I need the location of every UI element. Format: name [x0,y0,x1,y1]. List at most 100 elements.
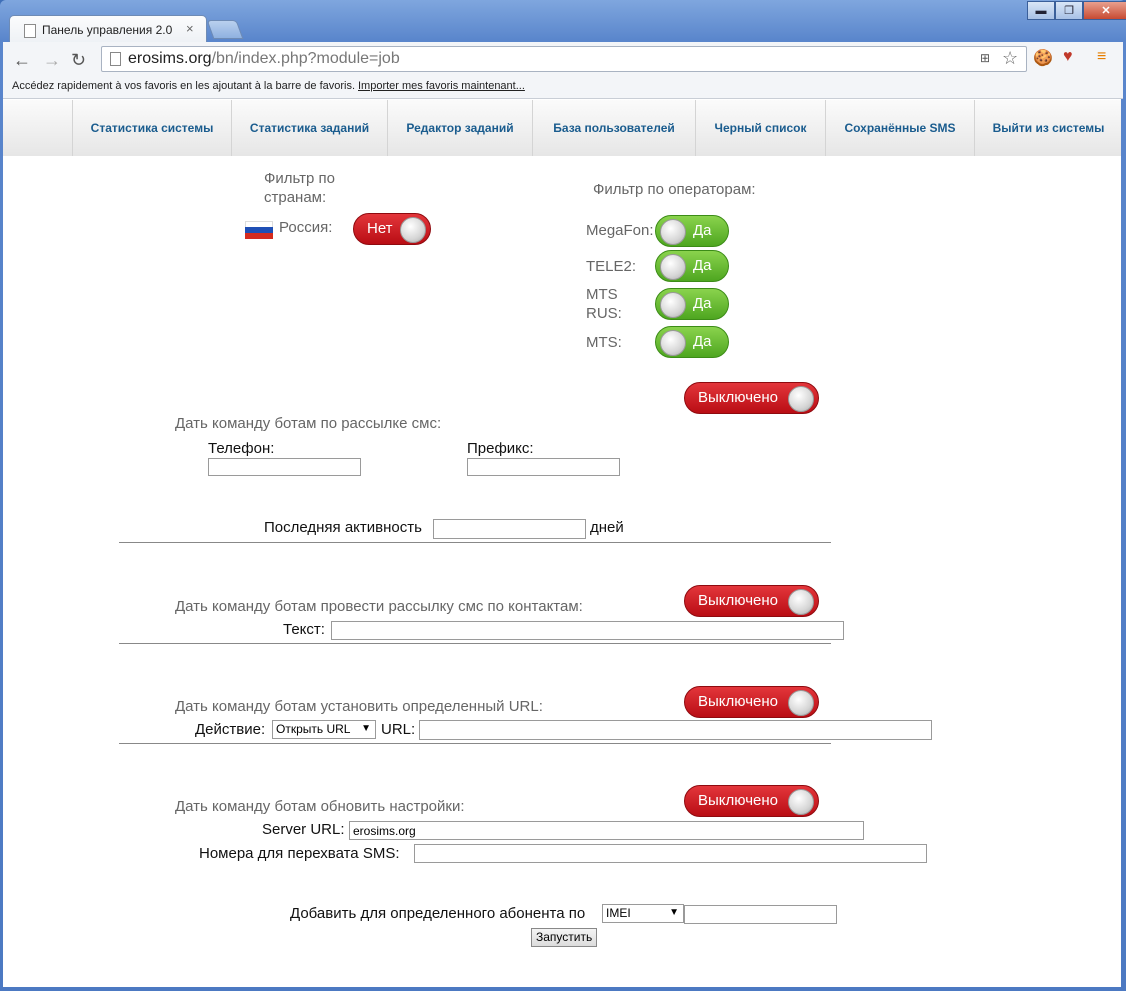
subscriber-select-value: IMEI [606,906,631,920]
toggle-knob [660,330,686,356]
tab-close-icon[interactable]: × [186,21,194,36]
action-label: Действие: [195,721,266,738]
minimize-button[interactable]: ▬ [1027,1,1055,20]
toggle-label: Нет [367,220,393,237]
sms-send-toggle[interactable]: Выключено [684,382,819,414]
browser-tab[interactable]: Панель управления 2.0 × [9,15,207,43]
toggle-knob [660,254,686,280]
url-text: erosims.org/bn/index.php?module=job [128,50,400,67]
action-select[interactable]: Открыть URL ▼ [272,720,376,739]
new-tab-button[interactable] [206,20,244,39]
text-label: Текст: [283,621,325,638]
divider [119,743,831,744]
toggle-label: Выключено [698,792,778,809]
top-menu: Статистика системы Статистика заданий Ре… [3,100,1121,156]
phone-label: Телефон: [208,440,275,457]
toggle-label: Да [693,257,712,274]
server-url-label: Server URL: [262,821,345,838]
action-select-value: Открыть URL [276,722,351,736]
tab-title: Панель управления 2.0 [42,23,173,37]
phone-input[interactable] [208,458,361,476]
toggle-knob [660,219,686,245]
settings-cmd-title: Дать команду ботам обновить настройки: [175,798,465,815]
page-icon [110,52,121,66]
toggle-label: Выключено [698,389,778,406]
translate-icon[interactable]: ⊞ [980,51,990,65]
operator-mts-toggle[interactable]: Да [655,326,729,358]
bookmark-star-icon[interactable]: ☆ [1002,48,1018,69]
forward-icon[interactable]: → [43,50,61,71]
toggle-knob [788,589,814,615]
reload-icon[interactable]: ↻ [71,50,86,71]
subscriber-label: Добавить для определенного абонента по [290,905,586,922]
country-filter-label-2: странам: [264,189,327,206]
last-activity-label: Последняя активность [264,519,422,536]
address-bar[interactable]: erosims.org/bn/index.php?module=job ⊞ ☆ [101,46,1027,72]
intercept-numbers-input[interactable] [414,844,927,863]
prefix-label: Префикс: [467,440,534,457]
back-icon[interactable]: ← [13,50,31,71]
divider [119,542,831,543]
settings-cmd-toggle[interactable]: Выключено [684,785,819,817]
maximize-button[interactable]: ❐ [1055,1,1083,20]
menu-user-base[interactable]: База пользователей [532,100,695,156]
country-russia-toggle[interactable]: Нет [353,213,431,245]
toggle-label: Да [693,295,712,312]
heart-extension-icon[interactable]: ♥ [1063,48,1073,66]
bookmarks-message: Accédez rapidement à vos favoris en les … [12,80,356,92]
menu-system-stats[interactable]: Статистика системы [72,100,231,156]
browser-toolbar: ← → ↻ erosims.org/bn/index.php?module=jo… [3,42,1123,76]
url-cmd-toggle[interactable]: Выключено [684,686,819,718]
menu-blacklist[interactable]: Черный список [695,100,825,156]
toggle-knob [788,690,814,716]
import-bookmarks-link[interactable]: Importer mes favoris maintenant... [358,80,525,92]
country-filter-label-1: Фильтр по [264,170,336,187]
url-label: URL: [381,721,416,738]
cookie-extension-icon[interactable]: 🍪 [1033,48,1053,68]
page-icon [24,24,36,38]
toggle-label: Да [693,222,712,239]
intercept-numbers-label: Номера для перехвата SMS: [199,845,400,862]
menu-logout[interactable]: Выйти из системы [974,100,1122,156]
operator-mts-rus-toggle[interactable]: Да [655,288,729,320]
dropdown-arrow-icon: ▼ [361,723,371,734]
toggle-label: Выключено [698,592,778,609]
browser-window: Панель управления 2.0 × ▬ ❐ ✕ ← → ↻ eros… [0,0,1126,991]
dropdown-arrow-icon: ▼ [669,907,679,918]
operator-mts-rus-label-2: RUS: [586,305,622,322]
contacts-send-toggle[interactable]: Выключено [684,585,819,617]
subscriber-id-input[interactable] [684,905,837,924]
days-label: дней [590,519,624,536]
operator-megafon-label: MegaFon: [586,222,654,239]
operator-tele2-label: TELE2: [586,258,637,275]
operator-megafon-toggle[interactable]: Да [655,215,729,247]
prefix-input[interactable] [467,458,620,476]
url-input[interactable] [419,720,932,740]
page-content: Статистика системы Статистика заданий Ре… [3,99,1121,987]
contacts-send-title: Дать команду ботам провести рассылку смс… [175,598,583,615]
toggle-label: Да [693,333,712,350]
menu-task-stats[interactable]: Статистика заданий [231,100,387,156]
bookmarks-bar: Accédez rapidement à vos favoris en les … [3,76,1123,99]
sms-send-title: Дать команду ботам по рассылке смс: [175,415,442,432]
menu-saved-sms[interactable]: Сохранённые SMS [825,100,974,156]
toggle-knob [400,217,426,243]
run-button[interactable]: Запустить [531,928,598,947]
country-russia-label: Россия: [279,219,333,236]
divider [119,643,831,644]
toggle-knob [660,292,686,318]
toggle-knob [788,386,814,412]
close-window-button[interactable]: ✕ [1083,1,1126,20]
last-activity-input[interactable] [433,519,586,539]
url-cmd-title: Дать команду ботам установить определенн… [175,698,543,715]
server-url-input[interactable] [349,821,864,840]
operator-mts-label: MTS: [586,334,622,351]
menu-task-editor[interactable]: Редактор заданий [387,100,532,156]
menu-icon[interactable]: ≡ [1097,48,1106,66]
operator-tele2-toggle[interactable]: Да [655,250,729,282]
subscriber-type-select[interactable]: IMEI ▼ [602,904,684,923]
operator-mts-rus-label-1: MTS [586,286,618,303]
toggle-label: Выключено [698,693,778,710]
sms-text-input[interactable] [331,621,844,640]
toggle-knob [788,789,814,815]
